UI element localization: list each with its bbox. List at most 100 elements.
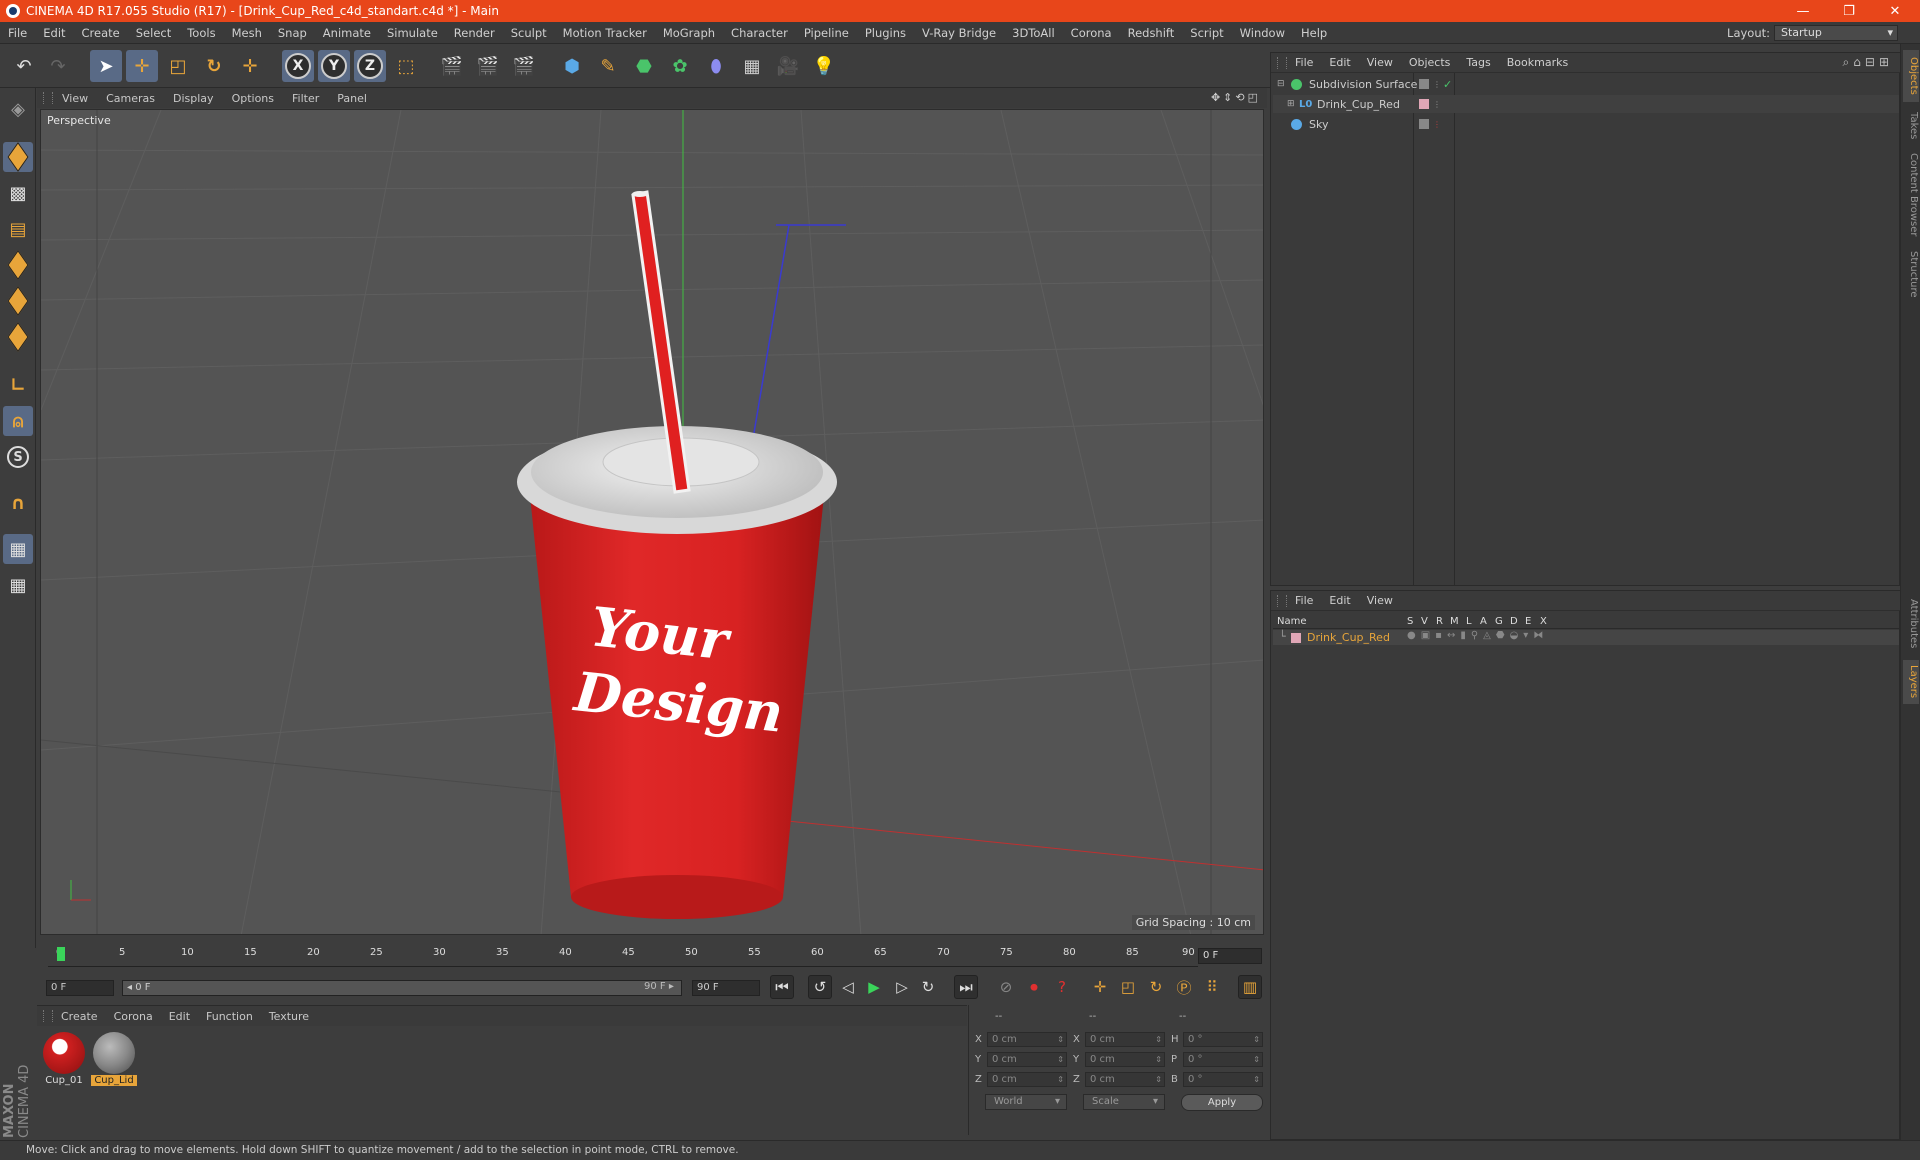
scale-tool[interactable]: ◰ bbox=[162, 50, 194, 82]
expand-toggle-icon[interactable]: ⊟ bbox=[1277, 79, 1285, 89]
key-parameter-button[interactable]: Ⓟ bbox=[1172, 975, 1196, 999]
menu-redshift[interactable]: Redshift bbox=[1120, 26, 1183, 40]
size-x-field[interactable]: 0 cm bbox=[1085, 1032, 1165, 1047]
points-mode-button[interactable] bbox=[3, 250, 33, 280]
menu-character[interactable]: Character bbox=[723, 26, 796, 40]
viewport-menu-options[interactable]: Options bbox=[223, 92, 283, 105]
current-frame-field[interactable]: 0 F bbox=[1198, 948, 1262, 964]
magnet-button[interactable]: ∩ bbox=[3, 488, 33, 518]
material-menu-create[interactable]: Create bbox=[53, 1010, 106, 1023]
workplane-grid-button[interactable]: ▦ bbox=[3, 570, 33, 600]
menu-snap[interactable]: Snap bbox=[270, 26, 315, 40]
layer-row[interactable]: └ Drink_Cup_Red ●▣▪↔▮⚲◬⬣◒▾⧓ bbox=[1273, 630, 1899, 645]
add-light-button[interactable]: 💡 bbox=[808, 50, 840, 82]
menu-window[interactable]: Window bbox=[1232, 26, 1293, 40]
menu-file[interactable]: File bbox=[0, 26, 35, 40]
viewport-menu-cameras[interactable]: Cameras bbox=[97, 92, 164, 105]
material-menu-corona[interactable]: Corona bbox=[106, 1010, 161, 1023]
object-row-subdivision-surface[interactable]: ⊟ Subdivision Surface ⋮ ✓ bbox=[1273, 75, 1899, 93]
add-camera-button[interactable]: 🎥 bbox=[772, 50, 804, 82]
render-settings-button[interactable]: 🎬 bbox=[508, 50, 540, 82]
key-position-button[interactable]: ✛ bbox=[1088, 975, 1112, 999]
tab-takes[interactable]: Takes bbox=[1903, 106, 1919, 146]
timeline-ruler[interactable]: 0 5 10 15 20 25 30 35 40 45 50 55 60 65 … bbox=[40, 945, 1266, 969]
material-menu-function[interactable]: Function bbox=[198, 1010, 261, 1023]
layers-menu-view[interactable]: View bbox=[1359, 594, 1401, 607]
objects-menu-bookmarks[interactable]: Bookmarks bbox=[1499, 56, 1576, 69]
add-deformer-button[interactable]: ⬮ bbox=[700, 50, 732, 82]
next-frame-button[interactable]: ▷ bbox=[890, 975, 914, 999]
menu-script[interactable]: Script bbox=[1182, 26, 1231, 40]
add-scene-button[interactable]: ▦ bbox=[736, 50, 768, 82]
size-z-field[interactable]: 0 cm bbox=[1085, 1072, 1165, 1087]
rotation-h-field[interactable]: 0 ° bbox=[1183, 1032, 1263, 1047]
menu-help[interactable]: Help bbox=[1293, 26, 1335, 40]
polygons-mode-button[interactable] bbox=[3, 322, 33, 352]
material-menu-edit[interactable]: Edit bbox=[161, 1010, 198, 1023]
viewport-menu-filter[interactable]: Filter bbox=[283, 92, 328, 105]
rotation-b-field[interactable]: 0 ° bbox=[1183, 1072, 1263, 1087]
tab-objects[interactable]: Objects bbox=[1903, 50, 1919, 102]
menu-corona[interactable]: Corona bbox=[1063, 26, 1120, 40]
frame-range-slider-start[interactable]: ◂ 0 F bbox=[122, 980, 682, 996]
enabled-check-icon[interactable]: ✓ bbox=[1443, 78, 1452, 91]
coordinate-space-select[interactable]: World bbox=[985, 1094, 1067, 1110]
texture-mode-button[interactable]: ▩ bbox=[3, 178, 33, 208]
redo-button[interactable]: ↷ bbox=[42, 50, 74, 82]
go-to-end-button[interactable]: ⏭ bbox=[954, 975, 978, 999]
z-axis-lock[interactable]: Z bbox=[354, 50, 386, 82]
move-tool[interactable]: ✛ bbox=[126, 50, 158, 82]
objects-menu-edit[interactable]: Edit bbox=[1321, 56, 1358, 69]
previous-frame-button[interactable]: ◁ bbox=[836, 975, 860, 999]
object-manager-tools[interactable]: ⌕⌂⊟⊞ bbox=[1843, 55, 1893, 70]
axis-mode-button[interactable]: ∟ bbox=[3, 370, 33, 400]
frame-ruler[interactable]: 0 5 10 15 20 25 30 35 40 45 50 55 60 65 … bbox=[48, 945, 1198, 967]
lock-workplane-button[interactable]: ▦ bbox=[3, 534, 33, 564]
render-picture-viewer-button[interactable]: 🎬 bbox=[472, 50, 504, 82]
viewport-menu-view[interactable]: View bbox=[53, 92, 97, 105]
size-mode-select[interactable]: Scale bbox=[1083, 1094, 1165, 1110]
object-row-sky[interactable]: Sky ⋮ bbox=[1273, 115, 1899, 133]
objects-menu-tags[interactable]: Tags bbox=[1458, 56, 1498, 69]
edges-mode-button[interactable] bbox=[3, 286, 33, 316]
next-key-button[interactable]: ↻ bbox=[916, 975, 940, 999]
record-keys-button[interactable]: ⊘ bbox=[994, 975, 1018, 999]
objects-menu-view[interactable]: View bbox=[1359, 56, 1401, 69]
rotate-tool[interactable]: ↻ bbox=[198, 50, 230, 82]
material-swatch[interactable]: Cup_Lid bbox=[91, 1032, 137, 1090]
close-button[interactable]: ✕ bbox=[1872, 0, 1918, 22]
menu-animate[interactable]: Animate bbox=[315, 26, 379, 40]
frame-range-slider-end[interactable]: 90 F ▸ bbox=[640, 980, 680, 996]
menu-edit[interactable]: Edit bbox=[35, 26, 73, 40]
live-selection-tool[interactable]: ➤ bbox=[90, 50, 122, 82]
position-y-field[interactable]: 0 cm bbox=[987, 1052, 1067, 1067]
tab-attributes[interactable]: Attributes bbox=[1903, 592, 1919, 656]
menu-mesh[interactable]: Mesh bbox=[224, 26, 270, 40]
object-row-drink-cup-red[interactable]: ⊞ L0 Drink_Cup_Red ⋮ bbox=[1273, 95, 1899, 113]
recent-tool[interactable]: ✛ bbox=[234, 50, 266, 82]
key-pla-button[interactable]: ⠿ bbox=[1200, 975, 1224, 999]
menu-tools[interactable]: Tools bbox=[179, 26, 223, 40]
objects-menu-objects[interactable]: Objects bbox=[1401, 56, 1459, 69]
menu-render[interactable]: Render bbox=[446, 26, 503, 40]
material-swatch[interactable]: Cup_01 bbox=[41, 1032, 87, 1090]
add-spline-button[interactable]: ✎ bbox=[592, 50, 624, 82]
material-menu-texture[interactable]: Texture bbox=[261, 1010, 317, 1023]
previous-key-button[interactable]: ↺ bbox=[808, 975, 832, 999]
menu-simulate[interactable]: Simulate bbox=[379, 26, 446, 40]
layout-select[interactable]: Startup bbox=[1774, 25, 1898, 41]
go-to-start-button[interactable]: ⏮ bbox=[770, 975, 794, 999]
undo-button[interactable]: ↶ bbox=[8, 50, 40, 82]
menu-pipeline[interactable]: Pipeline bbox=[796, 26, 857, 40]
layers-menu-file[interactable]: File bbox=[1287, 594, 1321, 607]
viewport-nav-icons[interactable]: ✥⇕⟲◰ bbox=[1211, 91, 1261, 104]
key-rotation-button[interactable]: ↻ bbox=[1144, 975, 1168, 999]
size-y-field[interactable]: 0 cm bbox=[1085, 1052, 1165, 1067]
maximize-button[interactable]: ❐ bbox=[1826, 0, 1872, 22]
end-frame-field[interactable]: 90 F bbox=[692, 980, 760, 996]
viewport-menu-display[interactable]: Display bbox=[164, 92, 223, 105]
menu-mograph[interactable]: MoGraph bbox=[655, 26, 723, 40]
position-x-field[interactable]: 0 cm bbox=[987, 1032, 1067, 1047]
menu-vray-bridge[interactable]: V-Ray Bridge bbox=[914, 26, 1004, 40]
add-cube-button[interactable]: ⬢ bbox=[556, 50, 588, 82]
